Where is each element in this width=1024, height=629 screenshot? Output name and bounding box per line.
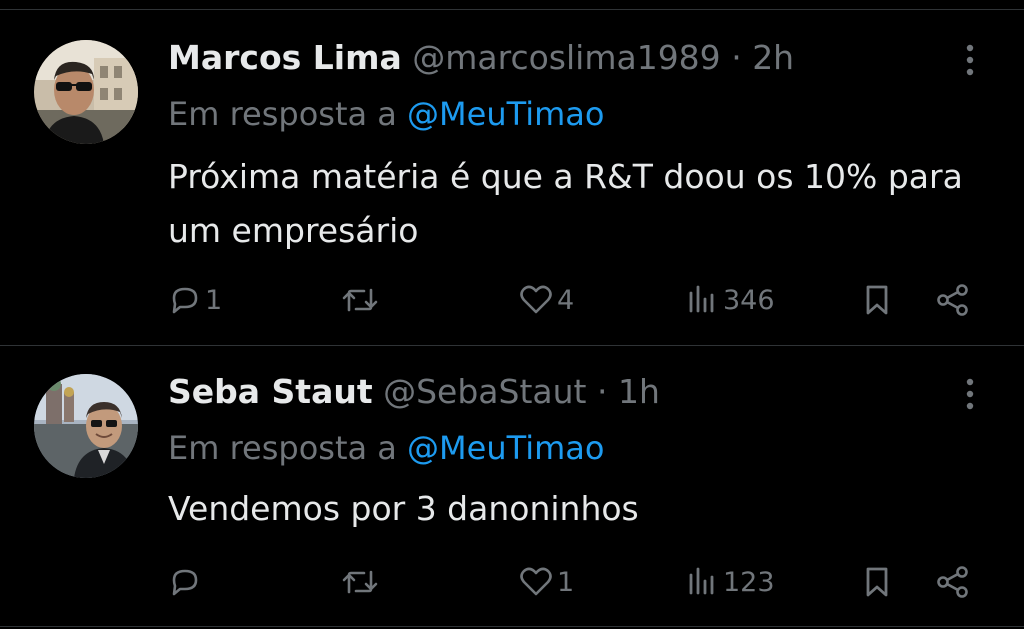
tweet-header: Seba Staut @SebaStaut · 1h: [168, 370, 660, 414]
bookmark-button[interactable]: [860, 278, 894, 322]
avatar[interactable]: [34, 374, 138, 478]
like-count: 1: [557, 566, 575, 598]
share-icon: [934, 565, 972, 599]
like-icon: [518, 283, 554, 317]
views-button[interactable]: 123: [686, 560, 775, 604]
more-button[interactable]: [958, 376, 982, 412]
views-icon: [686, 283, 720, 317]
views-count: 346: [723, 284, 775, 316]
like-button[interactable]: 4: [518, 278, 574, 322]
separator: ·: [597, 372, 608, 411]
like-icon: [518, 565, 554, 599]
retweet-icon: [340, 283, 380, 317]
separator: ·: [731, 38, 742, 77]
share-button[interactable]: [934, 278, 972, 322]
action-bar: 1 4 346: [0, 278, 1024, 322]
bookmark-icon: [860, 283, 894, 317]
bookmark-button[interactable]: [860, 560, 894, 604]
retweet-button[interactable]: [340, 278, 383, 322]
reply-prefix: Em resposta a: [168, 95, 397, 133]
avatar[interactable]: [34, 40, 138, 144]
author-handle[interactable]: @SebaStaut: [383, 372, 586, 411]
more-icon: [958, 42, 982, 78]
reply-prefix: Em resposta a: [168, 429, 397, 467]
reply-button[interactable]: 1: [168, 278, 222, 322]
retweet-button[interactable]: [340, 560, 383, 604]
share-icon: [934, 283, 972, 317]
reply-icon: [168, 283, 202, 317]
timeline: Marcos Lima @marcoslima1989 · 2h Em resp…: [0, 0, 1024, 629]
like-count: 4: [557, 284, 575, 316]
retweet-icon: [340, 565, 380, 599]
reply-mention-link[interactable]: @MeuTimao: [407, 95, 604, 133]
views-icon: [686, 565, 720, 599]
more-button[interactable]: [958, 42, 982, 78]
timestamp[interactable]: 1h: [618, 372, 660, 411]
more-icon: [958, 376, 982, 412]
author-name[interactable]: Marcos Lima: [168, 38, 402, 77]
reply-button[interactable]: [168, 560, 205, 604]
bookmark-icon: [860, 565, 894, 599]
tweet[interactable]: Seba Staut @SebaStaut · 1h Em resposta a…: [0, 346, 1024, 629]
author-name[interactable]: Seba Staut: [168, 372, 373, 411]
reply-icon: [168, 565, 202, 599]
reply-mention-link[interactable]: @MeuTimao: [407, 429, 604, 467]
tweet-text: Próxima matéria é que a R&T doou os 10% …: [168, 157, 963, 250]
views-button[interactable]: 346: [686, 278, 775, 322]
tweet-text: Vendemos por 3 danoninhos: [168, 489, 639, 528]
reply-context: Em resposta a @MeuTimao: [168, 426, 604, 470]
bottom-divider: [0, 626, 1024, 627]
timestamp[interactable]: 2h: [752, 38, 794, 77]
tweet[interactable]: Marcos Lima @marcoslima1989 · 2h Em resp…: [0, 10, 1024, 345]
like-button[interactable]: 1: [518, 560, 574, 604]
tweet-header: Marcos Lima @marcoslima1989 · 2h: [168, 36, 794, 80]
author-handle[interactable]: @marcoslima1989: [412, 38, 720, 77]
share-button[interactable]: [934, 560, 972, 604]
views-count: 123: [723, 566, 775, 598]
reply-count: 1: [205, 284, 223, 316]
action-bar: 1 123: [0, 560, 1024, 604]
reply-context: Em resposta a @MeuTimao: [168, 92, 604, 136]
